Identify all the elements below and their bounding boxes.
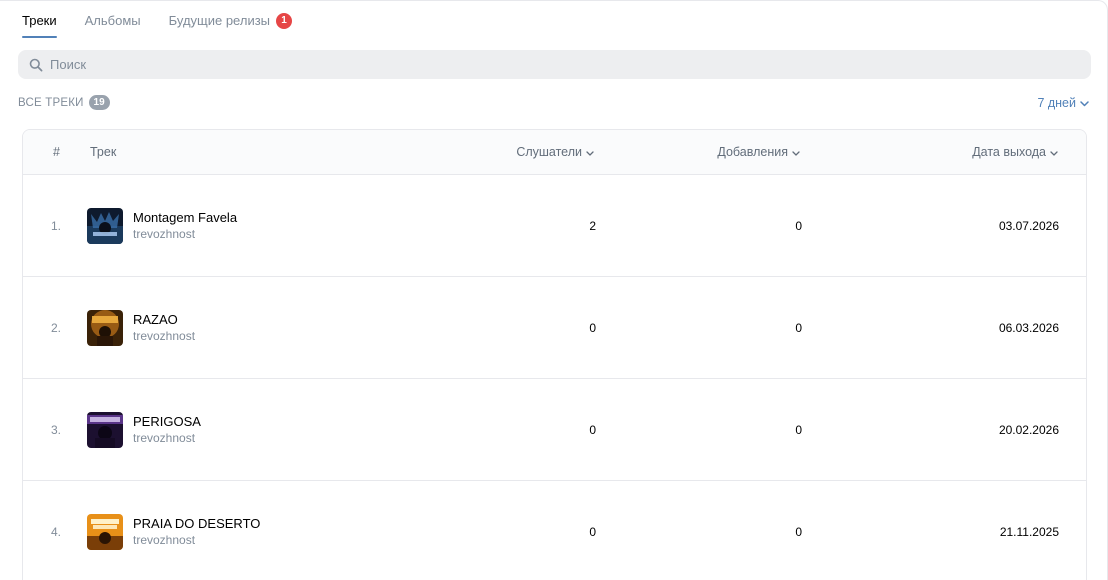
header-date-sort[interactable]: Дата выхода — [972, 130, 1058, 175]
track-artist[interactable]: trevozhnost — [133, 430, 201, 447]
listeners-value: 0 — [589, 524, 596, 539]
chevron-down-icon — [1046, 130, 1058, 175]
track-title[interactable]: PERIGOSA — [133, 413, 201, 430]
header-date-label: Дата выхода — [972, 145, 1046, 159]
track-artist[interactable]: trevozhnost — [133, 532, 260, 549]
section-header: ВСЕ ТРЕКИ 19 — [18, 95, 110, 110]
chevron-down-icon — [1076, 96, 1089, 110]
release-date: 20.02.2026 — [998, 422, 1059, 437]
release-date: 06.03.2026 — [998, 320, 1059, 335]
period-label: 7 дней — [1037, 96, 1076, 110]
tab-albums-label: Альбомы — [84, 13, 141, 28]
tracks-table: # Трек Слушатели Добавления Дата выхода … — [22, 129, 1087, 580]
track-artist[interactable]: trevozhnost — [133, 328, 195, 345]
period-selector[interactable]: 7 дней — [1037, 96, 1089, 110]
tab-tracks-label: Треки — [22, 13, 57, 28]
table-row[interactable]: 2. RAZAO trevozhnost 0 0 06.03.2026 — [23, 277, 1086, 379]
adds-value: 0 — [795, 320, 802, 335]
adds-value: 0 — [795, 524, 802, 539]
release-date: 21.11.2025 — [999, 524, 1059, 539]
row-number: 4. — [51, 524, 62, 539]
section-title: ВСЕ ТРЕКИ — [18, 96, 84, 109]
table-row[interactable]: 4. PRAIA DO DESERTO trevozhnost 0 0 21.1… — [23, 481, 1086, 580]
header-listeners-label: Слушатели — [516, 145, 582, 159]
release-date: 03.07.2026 — [998, 218, 1059, 233]
header-adds-sort[interactable]: Добавления — [717, 130, 800, 175]
header-adds-label: Добавления — [717, 145, 788, 159]
search-icon — [29, 58, 43, 72]
track-title[interactable]: PRAIA DO DESERTO — [133, 515, 260, 532]
upcoming-count-badge: 1 — [276, 13, 293, 29]
row-number: 3. — [51, 422, 62, 437]
chevron-down-icon — [582, 130, 594, 175]
listeners-value: 0 — [589, 320, 596, 335]
table-header: # Трек Слушатели Добавления Дата выхода — [23, 130, 1086, 175]
tab-albums[interactable]: Альбомы — [85, 10, 141, 38]
track-cell: Montagem Favela trevozhnost — [87, 175, 237, 276]
track-cell: RAZAO trevozhnost — [87, 277, 195, 378]
listeners-value: 2 — [589, 218, 596, 233]
table-row[interactable]: 3. PERIGOSA trevozhnost 0 0 20.02.2026 — [23, 379, 1086, 481]
tabs-bar: Треки Альбомы Будущие релизы 1 — [22, 10, 320, 38]
cover-montagem-favela[interactable] — [87, 207, 123, 244]
tracks-count-badge: 19 — [88, 95, 110, 110]
header-listeners-sort[interactable]: Слушатели — [516, 130, 594, 175]
track-artist[interactable]: trevozhnost — [133, 226, 237, 243]
search-bar[interactable] — [18, 50, 1091, 79]
track-title[interactable]: RAZAO — [133, 311, 195, 328]
header-number: # — [53, 145, 60, 159]
table-row[interactable]: 1. Montagem Favela trevozhnost 2 0 03.07… — [23, 175, 1086, 277]
cover-perigosa[interactable] — [87, 411, 123, 448]
track-cell: PERIGOSA trevozhnost — [87, 379, 201, 480]
row-number: 2. — [51, 320, 62, 335]
adds-value: 0 — [795, 218, 802, 233]
tab-tracks[interactable]: Треки — [22, 10, 57, 38]
listeners-value: 0 — [589, 422, 596, 437]
track-title[interactable]: Montagem Favela — [133, 209, 237, 226]
tab-upcoming-releases[interactable]: Будущие релизы 1 — [168, 10, 293, 38]
cover-praia-do-deserto[interactable] — [87, 513, 123, 550]
header-track: Трек — [90, 145, 117, 159]
row-number: 1. — [51, 218, 62, 233]
tab-upcoming-label: Будущие релизы — [168, 13, 271, 28]
cover-razao[interactable] — [87, 309, 123, 346]
track-cell: PRAIA DO DESERTO trevozhnost — [87, 481, 260, 580]
search-input[interactable] — [50, 57, 950, 72]
adds-value: 0 — [795, 422, 802, 437]
chevron-down-icon — [788, 130, 800, 175]
